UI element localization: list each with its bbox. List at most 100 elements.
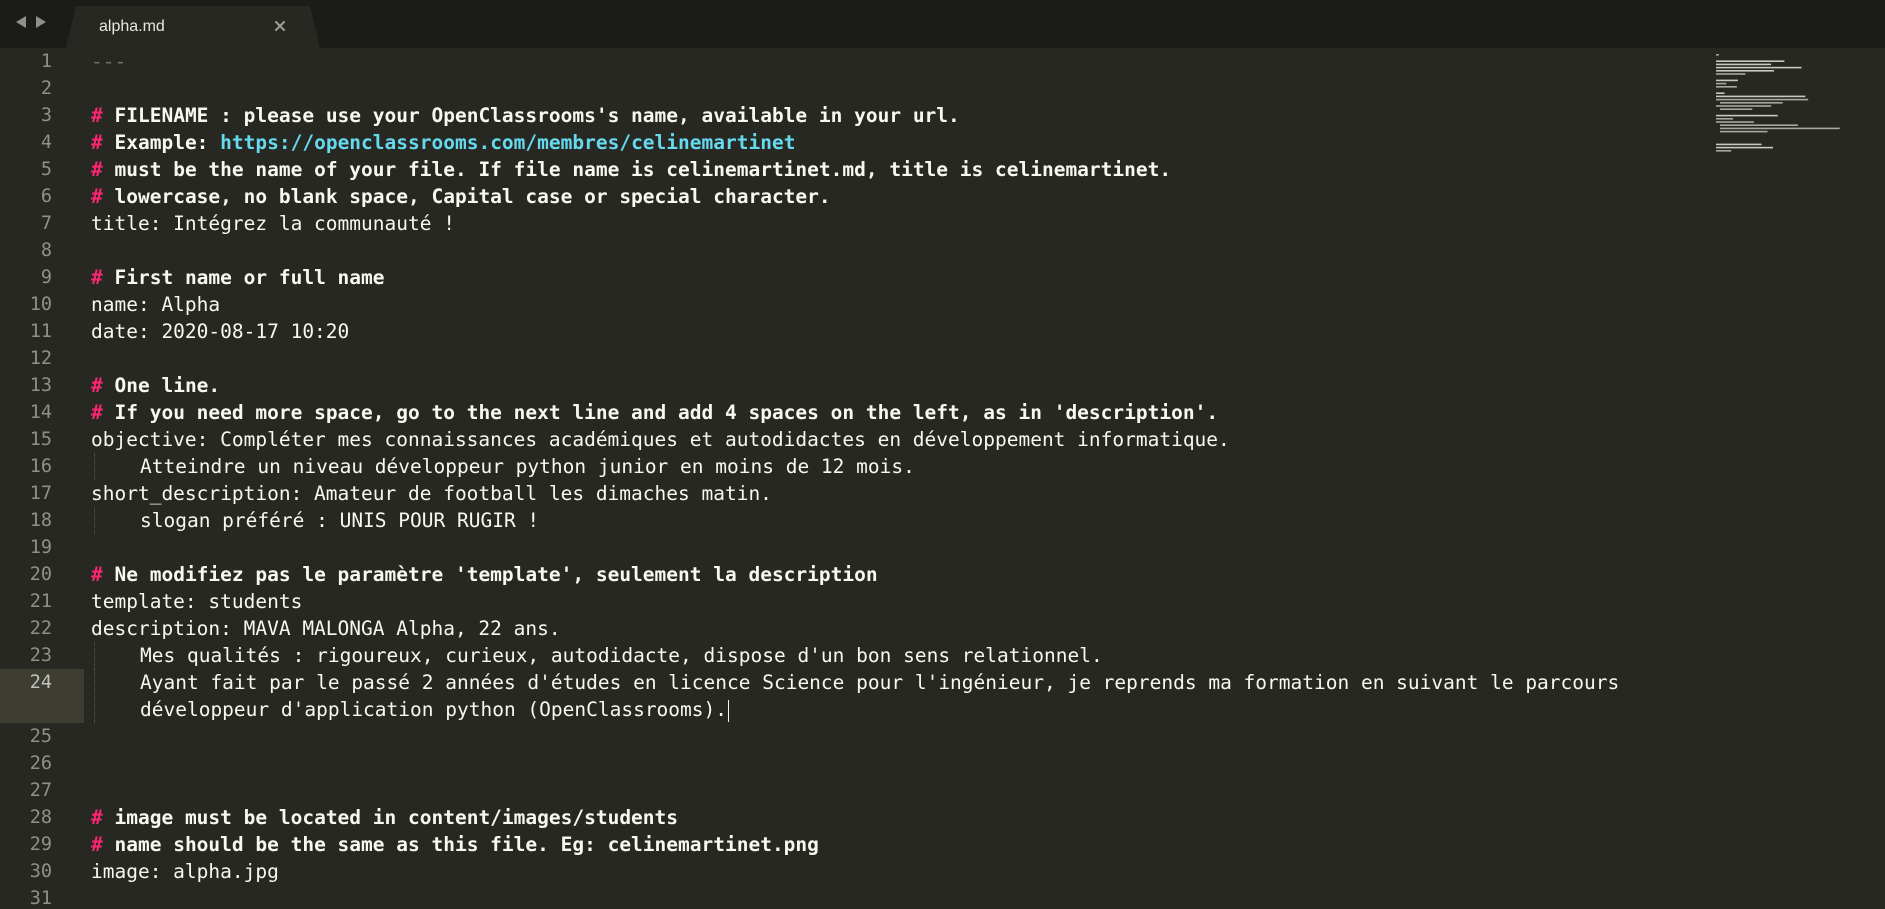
- code-line[interactable]: template: students: [91, 588, 1711, 615]
- comment-hash: #: [91, 131, 103, 154]
- code-line[interactable]: Ayant fait par le passé 2 années d'étude…: [91, 669, 1711, 723]
- line-number: 12: [29, 348, 52, 369]
- minimap-line: [1716, 121, 1754, 123]
- url-link[interactable]: https://openclassrooms.com/membres/celin…: [220, 131, 795, 154]
- minimap-line: [1716, 66, 1802, 69]
- code-line[interactable]: # One line.: [91, 372, 1711, 399]
- code-line[interactable]: # name should be the same as this file. …: [91, 831, 1711, 858]
- code-line[interactable]: # must be the name of your file. If file…: [91, 156, 1711, 183]
- code-line[interactable]: slogan préféré : UNIS POUR RUGIR !: [91, 507, 1711, 534]
- line-number: 22: [29, 618, 52, 639]
- line-number: 2: [40, 78, 52, 99]
- code-line[interactable]: [91, 534, 1711, 561]
- line-number: 31: [29, 888, 52, 909]
- minimap[interactable]: [1714, 52, 1884, 222]
- line-number: 28: [29, 807, 52, 828]
- code-line[interactable]: [91, 777, 1711, 804]
- minimap-line: [1716, 79, 1738, 82]
- line-number: 24: [29, 672, 52, 693]
- line-number: 17: [29, 483, 52, 504]
- minimap-line: [1720, 127, 1840, 130]
- code-line[interactable]: # lowercase, no blank space, Capital cas…: [91, 183, 1711, 210]
- code-line[interactable]: ---: [91, 48, 1711, 75]
- line-number: 15: [29, 429, 52, 450]
- minimap-line: [1720, 102, 1783, 104]
- line-number: 19: [29, 537, 52, 558]
- comment-hash: #: [91, 374, 103, 397]
- minimap-line: [1716, 63, 1772, 66]
- code-line[interactable]: name: Alpha: [91, 291, 1711, 318]
- tab-alpha-md[interactable]: alpha.md: [66, 6, 320, 48]
- code-line[interactable]: date: 2020-08-17 10:20: [91, 318, 1711, 345]
- code-line[interactable]: # FILENAME : please use your OpenClassro…: [91, 102, 1711, 129]
- minimap-line: [1716, 146, 1773, 149]
- comment-hash: #: [91, 833, 103, 856]
- code-line[interactable]: objective: Compléter mes connaissances a…: [91, 426, 1711, 453]
- triangle-left-icon[interactable]: [14, 14, 28, 30]
- code-line[interactable]: image: alpha.jpg: [91, 858, 1711, 885]
- editor-window: alpha.md 1 2 3 4 5 6 7 8 9 10 11 12 13 14 15 16 17 18 19 20…: [0, 0, 1885, 909]
- indent-guide: [94, 507, 96, 534]
- line-number: 5: [40, 159, 52, 180]
- line-number: 16: [29, 456, 52, 477]
- tab-title: alpha.md: [99, 18, 165, 35]
- minimap-line: [1720, 130, 1768, 133]
- line-number: 1: [40, 51, 52, 72]
- code-line[interactable]: description: MAVA MALONGA Alpha, 22 ans.: [91, 615, 1711, 642]
- code-line[interactable]: [91, 75, 1711, 102]
- comment-text: Ne modifiez pas le paramètre 'template',…: [114, 563, 878, 586]
- code-line[interactable]: Mes qualités : rigoureux, curieux, autod…: [91, 642, 1711, 669]
- line-number: 20: [29, 564, 52, 585]
- minimap-line: [1720, 108, 1753, 110]
- line-number: 10: [29, 294, 52, 315]
- minimap-line: [1716, 143, 1762, 146]
- indent-guide: [94, 669, 96, 723]
- line-number: 14: [29, 402, 52, 423]
- code-line[interactable]: [91, 723, 1711, 750]
- triangle-right-icon[interactable]: [34, 14, 48, 30]
- line-number: 3: [40, 105, 52, 126]
- comment-hash: #: [91, 563, 103, 586]
- comment-hash: #: [91, 185, 103, 208]
- code-line[interactable]: # First name or full name: [91, 264, 1711, 291]
- line-number: 25: [29, 726, 52, 747]
- code-line[interactable]: [91, 345, 1711, 372]
- code-line[interactable]: Atteindre un niveau développeur python j…: [91, 453, 1711, 480]
- front-matter-delimiter: ---: [91, 50, 127, 73]
- comment-text: First name or full name: [114, 266, 385, 289]
- comment-hash: #: [91, 806, 103, 829]
- code-line[interactable]: # image must be located in content/image…: [91, 804, 1711, 831]
- code-text: Mes qualités : rigoureux, curieux, autod…: [140, 644, 1103, 667]
- comment-text: If you need more space, go to the next l…: [114, 401, 1219, 424]
- line-number: 6: [40, 186, 52, 207]
- code-text-wrapped: développeur d'application python (OpenCl…: [91, 696, 1711, 723]
- minimap-line: [1716, 82, 1727, 85]
- minimap-line: [1716, 70, 1774, 72]
- code-line[interactable]: [91, 750, 1711, 777]
- comment-text: Example:: [114, 131, 221, 154]
- minimap-line: [1716, 92, 1725, 94]
- code-line[interactable]: short_description: Amateur de football l…: [91, 480, 1711, 507]
- code-text-wrapped-content: développeur d'application python (OpenCl…: [140, 698, 727, 721]
- minimap-line: [1716, 118, 1734, 120]
- code-line[interactable]: [91, 237, 1711, 264]
- minimap-line: [1716, 98, 1809, 101]
- code-line[interactable]: title: Intégrez la communauté !: [91, 210, 1711, 237]
- comment-hash: #: [91, 104, 103, 127]
- code-text: name: Alpha: [91, 293, 221, 316]
- comment-text: must be the name of your file. If file n…: [114, 158, 1172, 181]
- code-line[interactable]: # If you need more space, go to the next…: [91, 399, 1711, 426]
- code-text: date: 2020-08-17 10:20: [91, 320, 350, 343]
- code-line[interactable]: # Example: https://openclassrooms.com/me…: [91, 129, 1711, 156]
- code-line[interactable]: # Ne modifiez pas le paramètre 'template…: [91, 561, 1711, 588]
- minimap-line: [1716, 86, 1737, 88]
- comment-text: lowercase, no blank space, Capital case …: [114, 185, 831, 208]
- code-area[interactable]: --- # FILENAME : please use your OpenClas…: [91, 48, 1711, 909]
- tab-bar: alpha.md: [0, 0, 1885, 48]
- minimap-line: [1720, 124, 1798, 126]
- code-editor[interactable]: 1 2 3 4 5 6 7 8 9 10 11 12 13 14 15 16 17 18 19 20 21 22 23 24 2…: [0, 48, 1885, 909]
- line-number: 26: [29, 753, 52, 774]
- code-line[interactable]: [91, 885, 1711, 909]
- code-text: short_description: Amateur de football l…: [91, 482, 772, 505]
- close-icon[interactable]: [273, 18, 287, 32]
